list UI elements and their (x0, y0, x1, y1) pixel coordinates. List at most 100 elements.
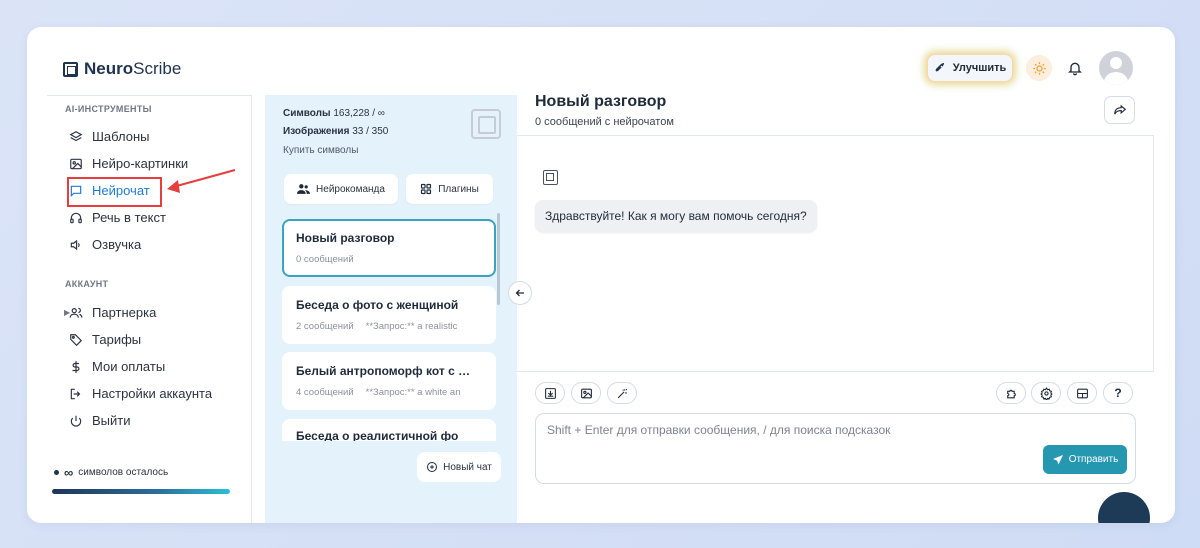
sidebar-item-label: Речь в текст (92, 210, 166, 225)
credits-text: символов осталось (78, 467, 169, 478)
layout-icon (1076, 388, 1088, 398)
upgrade-label: Улучшить (952, 62, 1007, 74)
credits-progress-bar (52, 489, 230, 494)
message-input[interactable] (547, 423, 1027, 447)
plus-circle-icon (427, 462, 438, 472)
send-icon (1052, 454, 1063, 464)
headphones-icon (70, 212, 82, 223)
highlight-annotation (67, 177, 162, 207)
assistant-message: Здравствуйте! Как я могу вам помочь сего… (535, 200, 817, 232)
support-chat-button[interactable] (1098, 492, 1150, 523)
plugins-label: Плагины (438, 183, 479, 195)
magic-wand-button[interactable] (607, 382, 637, 404)
sidebar-item-label: Настройки аккаунта (92, 386, 213, 401)
arrow-left-icon (515, 289, 524, 297)
gear-icon (1039, 386, 1053, 400)
buy-symbols-link[interactable]: Купить символы (283, 145, 358, 156)
upload-file-button[interactable] (535, 382, 565, 404)
bot-avatar-icon (543, 170, 558, 185)
section-title-account: АККАУНТ (65, 279, 109, 289)
sidebar-item-partner[interactable]: Партнерка (69, 305, 156, 320)
chat-count: 4 сообщений (296, 387, 354, 398)
sidebar-item-account-settings[interactable]: Настройки аккаунта (69, 386, 212, 401)
brand-name: NeuroScribe (84, 59, 182, 78)
logout-icon (70, 388, 81, 399)
send-label: Отправить (1068, 454, 1119, 465)
section-title-tools: AI-ИНСТРУМЕНТЫ (65, 104, 152, 114)
credits-remaining: ∞ символов осталось (54, 465, 168, 480)
chat-list-scrollbar[interactable] (497, 213, 500, 305)
share-icon (1113, 104, 1126, 115)
sidebar-item-tariffs[interactable]: Тарифы (69, 332, 141, 347)
chat-title-heading: Новый разговор (535, 93, 667, 110)
symbols-stat: Символы 163,228 / ∞ (283, 108, 385, 119)
users-icon (69, 307, 83, 318)
neuro-team-button[interactable]: Нейрокоманда (284, 174, 398, 204)
credits-symbol: ∞ (64, 465, 74, 480)
messages-area: Здравствуйте! Как я могу вам помочь сего… (517, 135, 1154, 372)
chat-list-item[interactable]: Белый антропоморф кот с … 4 сообщений **З… (282, 352, 496, 410)
sidebar-item-speech-to-text[interactable]: Речь в текст (69, 210, 166, 225)
notifications-button[interactable] (1064, 57, 1086, 79)
puzzle-icon (1006, 389, 1016, 398)
chat-title: Беседа о реалистичной фо (296, 429, 459, 441)
sidebar-item-templates[interactable]: Шаблоны (69, 129, 150, 144)
chat-preview: **Запрос:** a white an (365, 387, 461, 398)
sidebar-item-label: Мои оплаты (92, 359, 166, 374)
settings-button[interactable] (1031, 382, 1061, 404)
team-icon (297, 184, 311, 194)
new-chat-button[interactable]: Новый чат (417, 452, 501, 482)
app-logo[interactable]: NeuroScribe (63, 59, 181, 79)
sidebar-item-payments[interactable]: Мои оплаты (69, 359, 165, 374)
panel-logo-icon (471, 109, 501, 139)
speaker-icon (70, 239, 80, 250)
sidebar-item-label: Шаблоны (92, 129, 150, 144)
magic-wand-icon (617, 388, 627, 398)
credits-progress-fill (52, 489, 230, 494)
chat-title: Белый антропоморф кот с … (296, 364, 471, 378)
logo-icon (63, 61, 78, 77)
sidebar-item-voiceover[interactable]: Озвучка (69, 237, 141, 252)
rocket-icon (935, 63, 944, 72)
layout-button[interactable] (1067, 382, 1097, 404)
new-chat-label: Новый чат (443, 461, 492, 473)
sidebar-item-logout[interactable]: Выйти (69, 413, 131, 428)
chat-title: Беседа о фото с женщиной (296, 298, 459, 312)
sun-icon (1032, 61, 1046, 75)
sidebar: AI-ИНСТРУМЕНТЫ Шаблоны Нейро-картинки Не… (47, 95, 252, 523)
collapse-panel-button[interactable] (508, 281, 532, 305)
chat-title: Новый разговор (296, 231, 395, 245)
chat-list-item[interactable]: Новый разговор 0 сообщений (282, 219, 496, 277)
chat-count: 0 сообщений (296, 254, 354, 265)
theme-toggle-button[interactable] (1026, 55, 1052, 81)
message-input-box: Отправить (535, 413, 1136, 484)
share-button[interactable] (1104, 96, 1135, 124)
sidebar-item-label: Партнерка (92, 305, 157, 320)
images-stat: Изображения 33 / 350 (283, 126, 389, 137)
app-window: NeuroScribe Улучшить AI-ИНСТРУМЕНТЫ Шабл… (27, 27, 1175, 523)
chat-preview: **Запрос:** a realistic (365, 321, 458, 332)
neuro-team-label: Нейрокоманда (316, 183, 385, 195)
chat-list-item[interactable]: Беседа о реалистичной фо (282, 419, 496, 441)
annotation-arrow-icon (167, 168, 236, 193)
chat-list-panel: Символы 163,228 / ∞ Изображения 33 / 350… (265, 95, 517, 523)
image-icon (580, 388, 592, 398)
avatar[interactable] (1099, 51, 1133, 85)
help-button[interactable]: ? (1103, 382, 1133, 404)
grid-icon (421, 183, 432, 195)
bell-icon (1068, 62, 1082, 76)
plugins-button[interactable]: Плагины (406, 174, 493, 204)
plugin-button[interactable] (996, 382, 1026, 404)
image-icon (70, 158, 82, 169)
tag-icon (70, 333, 83, 346)
sidebar-item-label: Озвучка (92, 237, 142, 252)
attach-image-button[interactable] (571, 382, 601, 404)
sidebar-item-label: Тарифы (92, 332, 142, 347)
power-icon (70, 415, 82, 427)
upgrade-button[interactable]: Улучшить (927, 54, 1013, 82)
chat-count: 2 сообщений (296, 321, 354, 332)
send-button[interactable]: Отправить (1043, 445, 1127, 474)
dollar-icon (72, 360, 80, 373)
chat-list-item[interactable]: Беседа о фото с женщиной 2 сообщений **За… (282, 286, 496, 344)
sidebar-item-label: Выйти (92, 413, 131, 428)
